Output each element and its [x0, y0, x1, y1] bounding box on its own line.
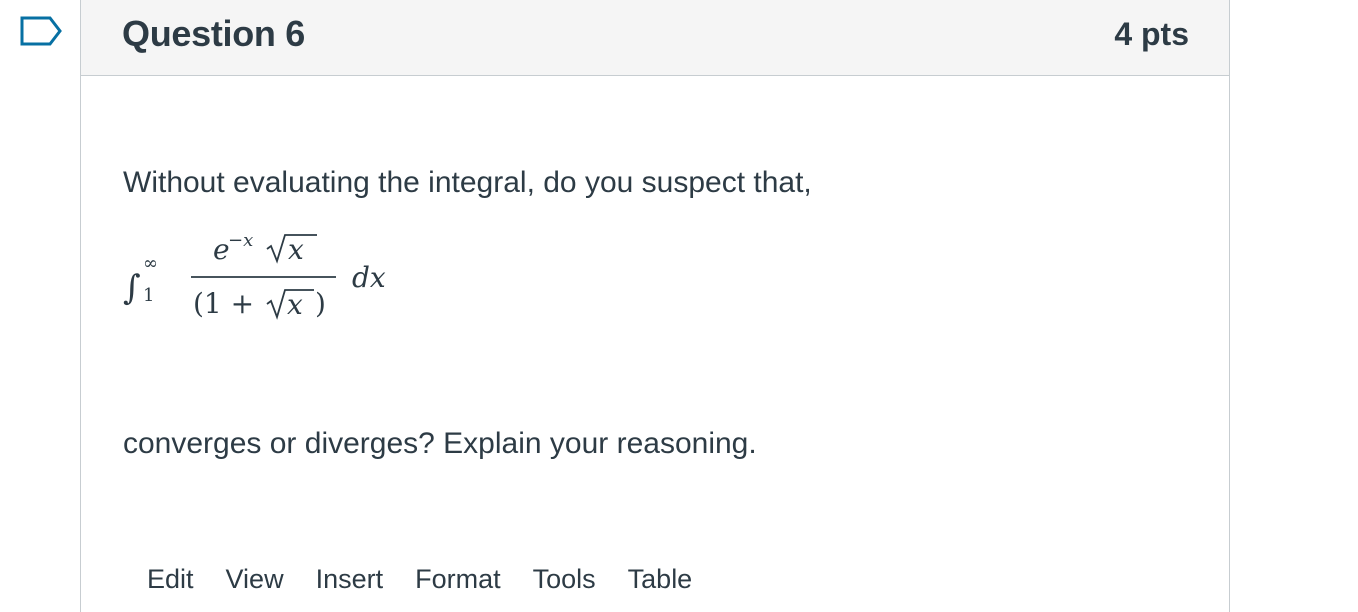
- numerator-exponent: −x: [228, 230, 253, 251]
- quiz-page: Question 6 4 pts Without evaluating the …: [0, 0, 1358, 612]
- editor-menubar: Edit View Insert Format Tools Table: [147, 564, 724, 595]
- question-prompt-line-1: Without evaluating the integral, do you …: [123, 166, 812, 199]
- question-prompt-line-2: converges or diverges? Explain your reas…: [123, 427, 757, 460]
- denominator-radicand: x: [287, 288, 303, 321]
- denominator-open: (1 +: [193, 287, 263, 320]
- differential: dx: [352, 261, 386, 294]
- menu-view[interactable]: View: [226, 564, 284, 595]
- question-title: Question 6: [122, 13, 306, 54]
- integral-expression: ∫ ∞ 1 e −x x (1 + x ) dx: [121, 227, 411, 327]
- question-header: Question 6 4 pts: [81, 0, 1229, 76]
- question-points: 4 pts: [1114, 16, 1189, 52]
- menu-tools[interactable]: Tools: [533, 564, 596, 595]
- menu-format[interactable]: Format: [415, 564, 501, 595]
- integral-lower-limit: 1: [143, 285, 154, 306]
- flag-question-icon[interactable]: [18, 14, 64, 50]
- menu-insert[interactable]: Insert: [316, 564, 384, 595]
- denominator-close: ): [315, 287, 326, 320]
- question-card: Question 6 4 pts Without evaluating the …: [80, 0, 1230, 612]
- numerator-radicand: x: [288, 233, 304, 266]
- menu-edit[interactable]: Edit: [147, 564, 194, 595]
- menu-table[interactable]: Table: [628, 564, 693, 595]
- integral-upper-limit: ∞: [143, 253, 158, 274]
- integral-sign: ∫: [123, 268, 141, 308]
